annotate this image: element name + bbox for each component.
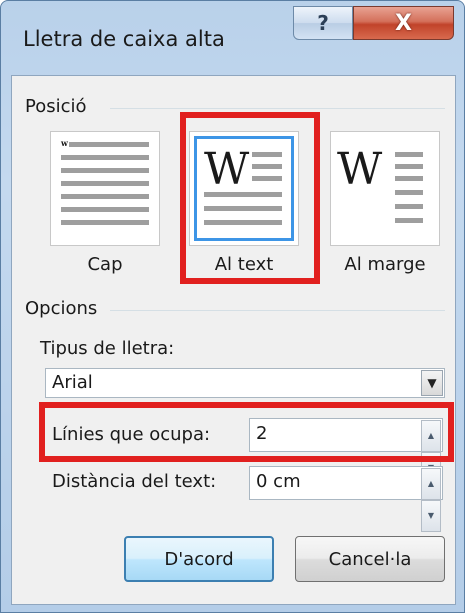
close-button[interactable]: X xyxy=(353,6,454,40)
text-line xyxy=(61,155,149,160)
ok-button[interactable]: D'acord xyxy=(124,536,274,582)
highlight-lines xyxy=(39,402,454,462)
position-divider xyxy=(110,108,445,109)
text-line xyxy=(395,164,423,169)
text-line xyxy=(69,142,149,147)
text-line xyxy=(61,168,149,173)
close-icon: X xyxy=(395,10,412,36)
distance-spinbox[interactable]: 0 cm ▲ ▼ xyxy=(249,466,443,532)
text-line xyxy=(395,218,423,223)
highlight-al-text xyxy=(180,112,320,284)
text-line xyxy=(395,152,423,157)
text-line xyxy=(61,181,149,186)
text-line xyxy=(395,190,423,195)
chevron-down-icon[interactable]: ▼ xyxy=(421,370,443,396)
text-line xyxy=(395,176,423,181)
text-line xyxy=(395,204,423,209)
spin-down-icon[interactable]: ▼ xyxy=(421,500,441,532)
font-value: Arial xyxy=(52,372,93,393)
font-select[interactable]: Arial ▼ xyxy=(45,368,445,398)
help-icon: ? xyxy=(317,11,329,35)
distance-label: Distància del text: xyxy=(52,471,217,492)
position-margin-label: Al marge xyxy=(344,254,426,275)
text-line xyxy=(61,207,149,212)
position-none-option[interactable]: w xyxy=(50,131,160,246)
position-none-label: Cap xyxy=(87,254,123,275)
spin-up-icon[interactable]: ▲ xyxy=(421,468,441,500)
help-button[interactable]: ? xyxy=(293,6,353,40)
options-divider xyxy=(110,310,445,311)
text-line xyxy=(61,220,149,225)
position-group-label: Posició xyxy=(25,96,87,117)
position-margin-option[interactable]: W xyxy=(330,131,440,246)
distance-value: 0 cm xyxy=(256,471,301,492)
dialog-window: Lletra de caixa alta ? X Posició w Cap W xyxy=(0,0,465,613)
distance-spin-buttons[interactable]: ▲ ▼ xyxy=(421,468,441,532)
drop-cap-margin-icon: W xyxy=(337,144,383,195)
dialog-title: Lletra de caixa alta xyxy=(23,27,225,51)
cancel-button[interactable]: Cancel·la xyxy=(295,536,445,582)
options-group-label: Opcions xyxy=(25,298,98,319)
drop-cap-none-icon: w xyxy=(61,138,68,148)
text-line xyxy=(61,194,149,199)
dialog-body: Posició w Cap W Al text W Al marge Opcio… xyxy=(11,75,456,605)
font-label: Tipus de lletra: xyxy=(40,338,175,359)
